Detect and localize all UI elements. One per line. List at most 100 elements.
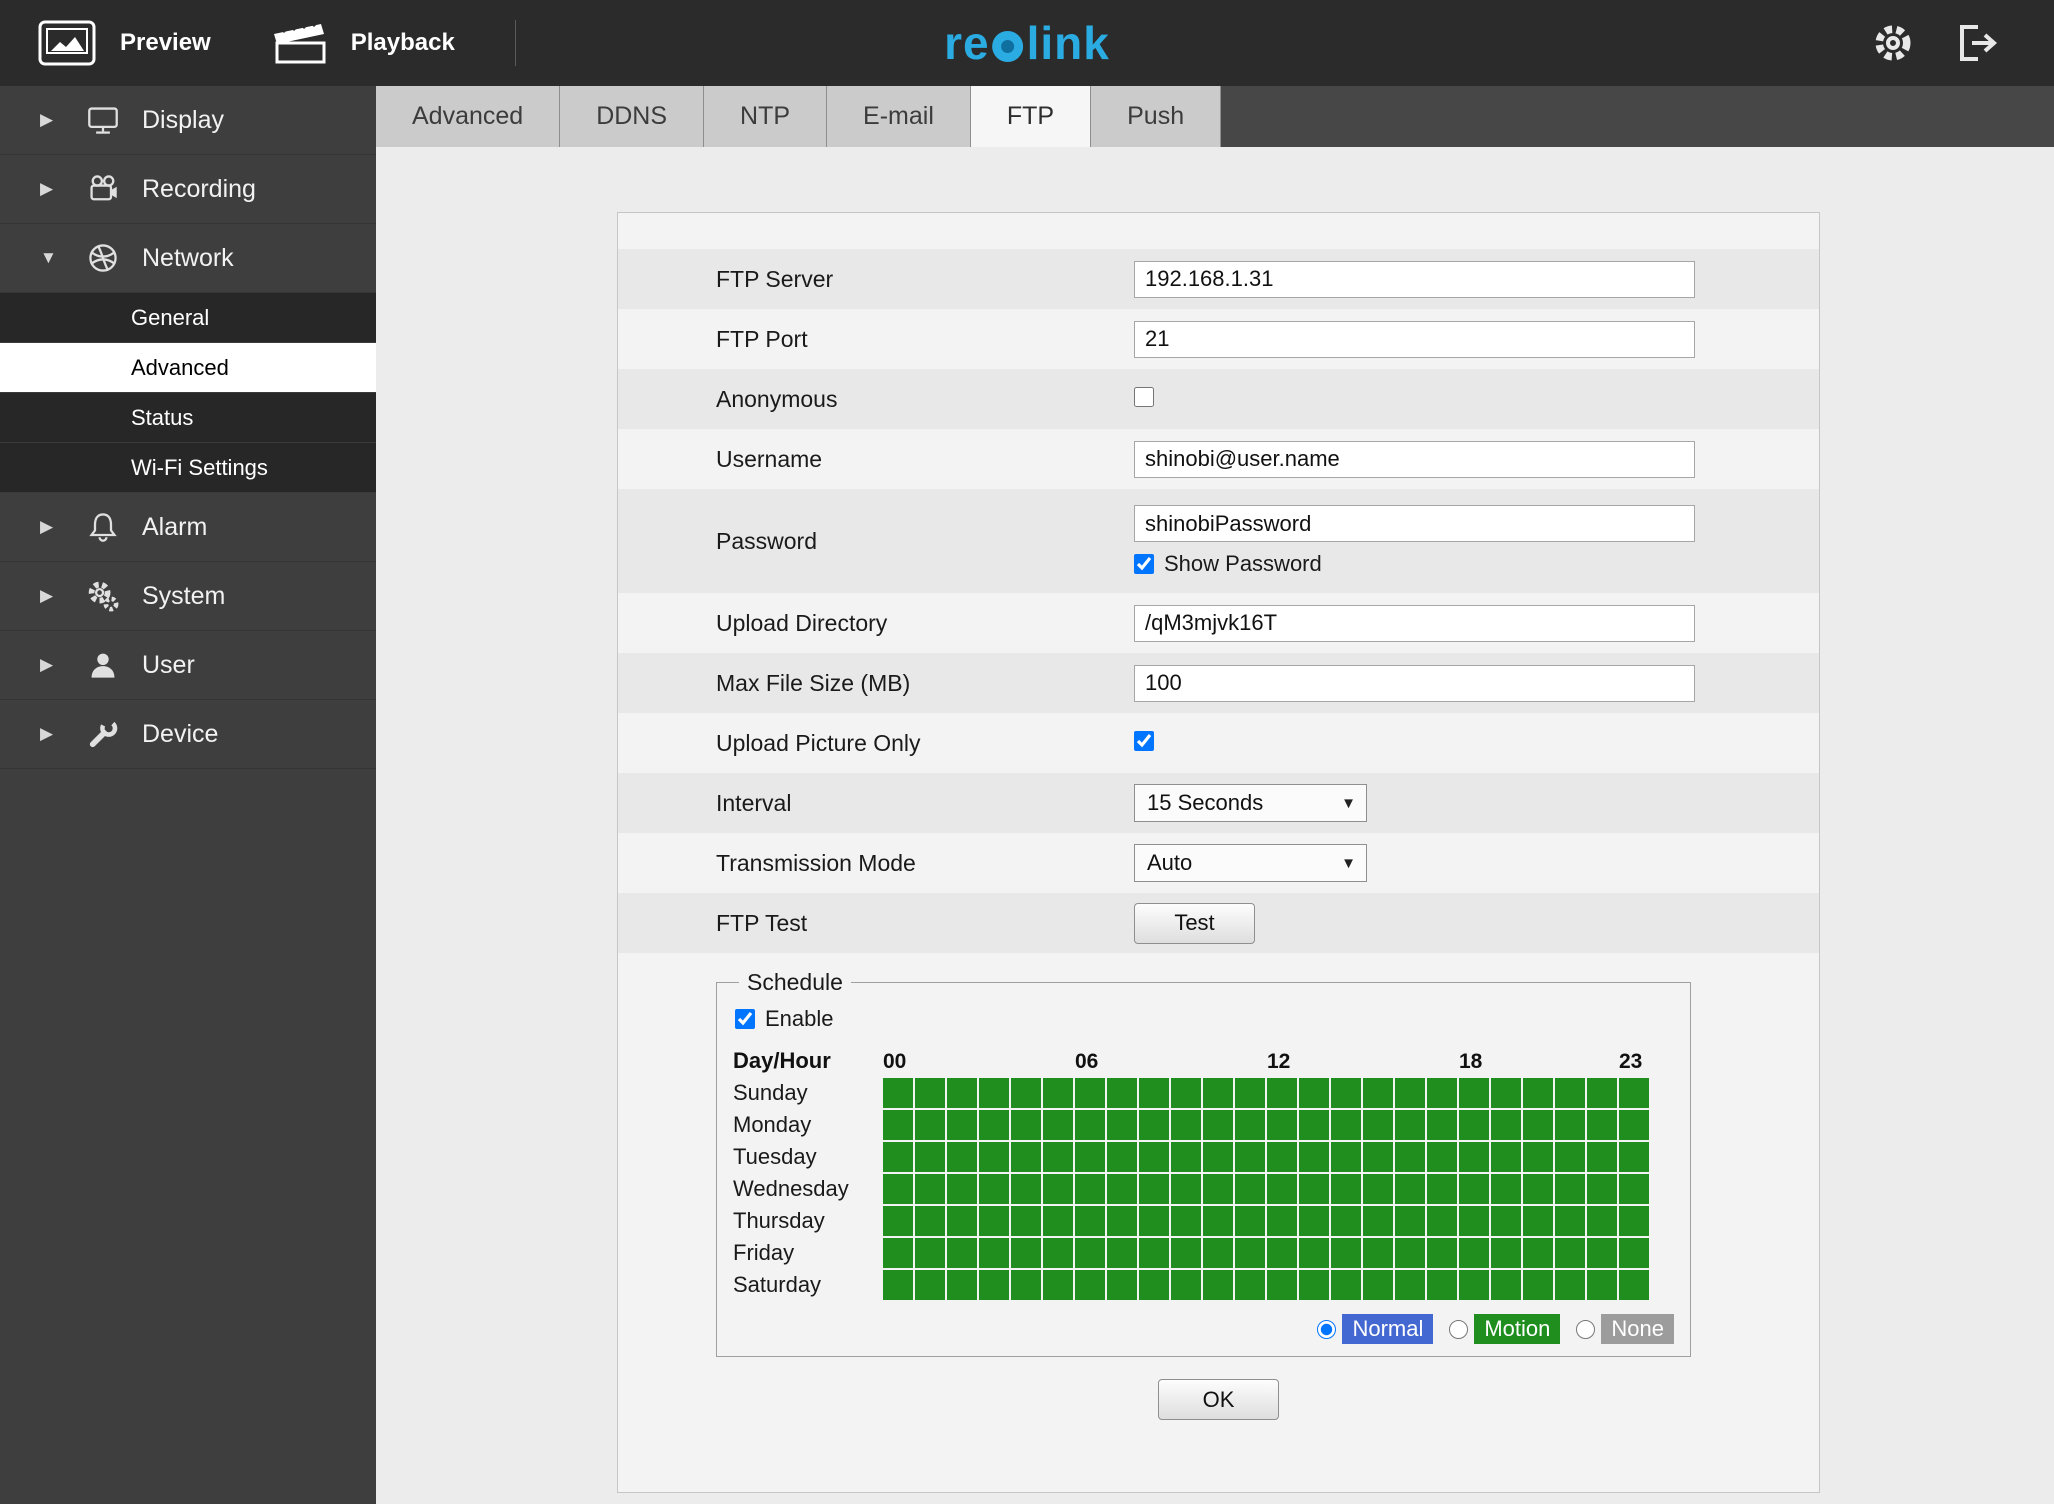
schedule-cell[interactable] (1587, 1078, 1617, 1108)
schedule-cell[interactable] (1363, 1142, 1393, 1172)
schedule-cell[interactable] (1459, 1270, 1489, 1300)
upload-directory-input[interactable] (1134, 604, 1695, 642)
tab-advanced[interactable]: Advanced (376, 86, 561, 147)
schedule-cell[interactable] (947, 1110, 977, 1140)
schedule-cell[interactable] (1043, 1270, 1073, 1300)
schedule-cell[interactable] (883, 1238, 913, 1268)
schedule-cell[interactable] (915, 1206, 945, 1236)
schedule-cell[interactable] (1171, 1206, 1201, 1236)
schedule-cell[interactable] (1267, 1078, 1297, 1108)
schedule-cell[interactable] (1267, 1142, 1297, 1172)
schedule-cell[interactable] (979, 1078, 1009, 1108)
schedule-cell[interactable] (979, 1206, 1009, 1236)
schedule-cell[interactable] (1363, 1174, 1393, 1204)
schedule-cell[interactable] (1171, 1270, 1201, 1300)
schedule-cell[interactable] (947, 1238, 977, 1268)
schedule-cell[interactable] (883, 1174, 913, 1204)
schedule-cell[interactable] (1139, 1238, 1169, 1268)
schedule-cell[interactable] (1331, 1238, 1361, 1268)
schedule-cell[interactable] (1331, 1078, 1361, 1108)
schedule-cell[interactable] (1459, 1078, 1489, 1108)
schedule-mode-normal[interactable]: Normal (1317, 1314, 1434, 1344)
schedule-cell[interactable] (1075, 1110, 1105, 1140)
schedule-cell[interactable] (1299, 1174, 1329, 1204)
schedule-cell[interactable] (1203, 1174, 1233, 1204)
tab-ntp[interactable]: NTP (704, 86, 828, 147)
schedule-cell[interactable] (1331, 1142, 1361, 1172)
schedule-cell[interactable] (1171, 1174, 1201, 1204)
sidebar-subitem-status[interactable]: Status (0, 393, 376, 443)
schedule-cell[interactable] (1491, 1078, 1521, 1108)
schedule-cell[interactable] (1459, 1110, 1489, 1140)
schedule-cell[interactable] (1107, 1238, 1137, 1268)
schedule-cell[interactable] (1619, 1206, 1649, 1236)
schedule-cell[interactable] (1267, 1110, 1297, 1140)
schedule-cell[interactable] (1203, 1142, 1233, 1172)
schedule-cell[interactable] (883, 1206, 913, 1236)
schedule-cell[interactable] (979, 1142, 1009, 1172)
sidebar-item-alarm[interactable]: ▶ Alarm (0, 493, 376, 562)
max-file-size-input[interactable] (1134, 664, 1695, 702)
schedule-cell[interactable] (1459, 1142, 1489, 1172)
schedule-cell[interactable] (1235, 1270, 1265, 1300)
schedule-cell[interactable] (1427, 1206, 1457, 1236)
sidebar-item-display[interactable]: ▶ Display (0, 86, 376, 155)
schedule-cell[interactable] (979, 1110, 1009, 1140)
schedule-cell[interactable] (1011, 1238, 1041, 1268)
schedule-cell[interactable] (1491, 1270, 1521, 1300)
schedule-cell[interactable] (1235, 1206, 1265, 1236)
schedule-cell[interactable] (915, 1270, 945, 1300)
schedule-cell[interactable] (1299, 1238, 1329, 1268)
schedule-cell[interactable] (1011, 1206, 1041, 1236)
schedule-cell[interactable] (947, 1142, 977, 1172)
schedule-cell[interactable] (1619, 1270, 1649, 1300)
upload-picture-only-checkbox[interactable] (1134, 730, 1154, 751)
tab-ftp[interactable]: FTP (970, 86, 1092, 147)
schedule-cell[interactable] (1555, 1174, 1585, 1204)
schedule-cell[interactable] (1075, 1206, 1105, 1236)
schedule-cell[interactable] (1267, 1206, 1297, 1236)
interval-select[interactable]: 15 Seconds ▼ (1134, 784, 1367, 822)
schedule-cell[interactable] (1299, 1206, 1329, 1236)
schedule-cell[interactable] (1491, 1206, 1521, 1236)
ftp-test-button[interactable]: Test (1134, 902, 1255, 944)
schedule-cell[interactable] (1139, 1174, 1169, 1204)
schedule-cell[interactable] (1075, 1270, 1105, 1300)
schedule-cell[interactable] (1363, 1078, 1393, 1108)
schedule-cell[interactable] (1203, 1238, 1233, 1268)
schedule-cell[interactable] (1331, 1270, 1361, 1300)
tab-ddns[interactable]: DDNS (560, 86, 705, 147)
schedule-cell[interactable] (979, 1238, 1009, 1268)
schedule-cell[interactable] (1427, 1174, 1457, 1204)
schedule-cell[interactable] (1171, 1078, 1201, 1108)
schedule-cell[interactable] (1107, 1142, 1137, 1172)
schedule-enable-checkbox[interactable] (735, 1009, 755, 1029)
schedule-cell[interactable] (1043, 1206, 1073, 1236)
schedule-cell[interactable] (1587, 1270, 1617, 1300)
schedule-cell[interactable] (1523, 1110, 1553, 1140)
schedule-cell[interactable] (1491, 1174, 1521, 1204)
schedule-cell[interactable] (1363, 1270, 1393, 1300)
schedule-cell[interactable] (1619, 1238, 1649, 1268)
schedule-cell[interactable] (1235, 1110, 1265, 1140)
schedule-cell[interactable] (883, 1110, 913, 1140)
schedule-cell[interactable] (1203, 1110, 1233, 1140)
schedule-cell[interactable] (1075, 1238, 1105, 1268)
sidebar-item-recording[interactable]: ▶ Recording (0, 155, 376, 224)
schedule-cell[interactable] (1235, 1142, 1265, 1172)
schedule-cell[interactable] (947, 1174, 977, 1204)
schedule-cell[interactable] (1107, 1270, 1137, 1300)
schedule-cell[interactable] (1395, 1238, 1425, 1268)
schedule-cell[interactable] (1011, 1110, 1041, 1140)
schedule-cell[interactable] (1523, 1142, 1553, 1172)
schedule-cell[interactable] (1427, 1270, 1457, 1300)
schedule-cell[interactable] (1075, 1078, 1105, 1108)
schedule-cell[interactable] (1363, 1206, 1393, 1236)
schedule-cell[interactable] (1363, 1238, 1393, 1268)
schedule-cell[interactable] (1491, 1238, 1521, 1268)
schedule-cell[interactable] (1107, 1174, 1137, 1204)
schedule-cell[interactable] (1107, 1078, 1137, 1108)
schedule-cell[interactable] (979, 1174, 1009, 1204)
schedule-cell[interactable] (1395, 1174, 1425, 1204)
schedule-cell[interactable] (1363, 1110, 1393, 1140)
